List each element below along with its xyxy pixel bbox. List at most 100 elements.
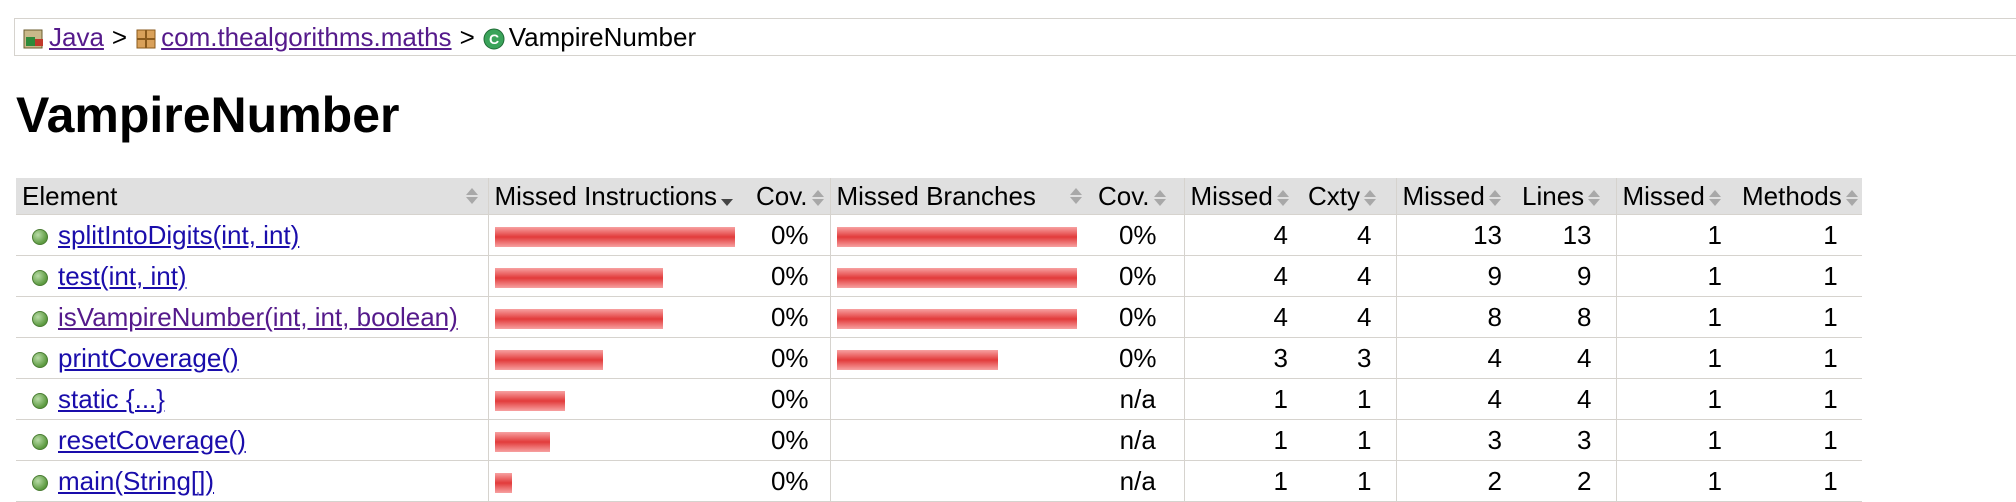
cxty-cell: 1 bbox=[1302, 460, 1396, 502]
method-link[interactable]: resetCoverage() bbox=[58, 425, 246, 455]
missed-methods-cell: 1 bbox=[1615, 337, 1736, 379]
breadcrumb-root-link[interactable]: Java bbox=[49, 22, 104, 53]
header-missed-methods[interactable]: Missed bbox=[1615, 178, 1736, 215]
missed-instructions-bar bbox=[494, 226, 735, 247]
methods-cell: 1 bbox=[1736, 296, 1862, 338]
table-row: main(String[]) 0% n/a 1 1 2 2 1 1 bbox=[16, 460, 1862, 502]
lines-cell: 13 bbox=[1516, 214, 1616, 256]
missed-methods-cell: 1 bbox=[1615, 214, 1736, 256]
missed-branches-bar bbox=[836, 349, 998, 370]
instructions-cov-cell: 0% bbox=[750, 419, 830, 461]
lines-cell: 9 bbox=[1516, 255, 1616, 297]
method-link[interactable]: static {...} bbox=[58, 384, 165, 414]
table-row: isVampireNumber(int, int, boolean) 0% 0% 4 4… bbox=[16, 296, 1862, 338]
header-instructions-cov[interactable]: Cov. bbox=[750, 178, 830, 215]
method-dot-icon bbox=[32, 351, 48, 368]
missed-instructions-bar bbox=[494, 267, 663, 288]
missed-instructions-cell bbox=[487, 214, 750, 256]
breadcrumb-separator: > bbox=[459, 21, 475, 52]
methods-cell: 1 bbox=[1736, 419, 1862, 461]
methods-cell: 1 bbox=[1736, 378, 1862, 420]
missed-instructions-cell bbox=[487, 337, 750, 379]
missed-lines-cell: 2 bbox=[1395, 460, 1516, 502]
branches-cov-cell: 0% bbox=[1092, 255, 1184, 297]
instructions-cov-cell: 0% bbox=[750, 337, 830, 379]
breadcrumb-current: VampireNumber bbox=[508, 21, 697, 52]
method-dot-icon bbox=[32, 392, 48, 409]
header-lines[interactable]: Lines bbox=[1516, 178, 1616, 215]
missed-cxty-cell: 1 bbox=[1183, 460, 1302, 502]
coverage-table: Element Missed Instructions Cov. Missed … bbox=[16, 178, 1862, 502]
table-row: splitIntoDigits(int, int) 0% 0% 4 4 13 13 1 1 bbox=[16, 214, 1862, 256]
element-cell: test(int, int) bbox=[16, 255, 488, 297]
method-link[interactable]: splitIntoDigits(int, int) bbox=[58, 220, 299, 250]
missed-instructions-cell bbox=[487, 378, 750, 420]
methods-cell: 1 bbox=[1736, 214, 1862, 256]
missed-instructions-bar bbox=[494, 431, 550, 452]
missed-methods-cell: 1 bbox=[1615, 378, 1736, 420]
method-link[interactable]: printCoverage() bbox=[58, 343, 239, 373]
missed-instructions-cell bbox=[487, 255, 750, 297]
breadcrumb-package-link[interactable]: com.thealgorithms.maths bbox=[161, 22, 451, 53]
methods-cell: 1 bbox=[1736, 337, 1862, 379]
header-element[interactable]: Element bbox=[16, 178, 488, 215]
method-link[interactable]: isVampireNumber(int, int, boolean) bbox=[58, 302, 458, 332]
sort-icon bbox=[465, 188, 478, 204]
sort-icon bbox=[1588, 189, 1601, 206]
missed-instructions-bar bbox=[494, 349, 603, 370]
jar-icon bbox=[23, 26, 45, 49]
branches-cov-cell: 0% bbox=[1092, 337, 1184, 379]
element-cell: main(String[]) bbox=[16, 460, 488, 502]
missed-lines-cell: 4 bbox=[1395, 378, 1516, 420]
methods-cell: 1 bbox=[1736, 255, 1862, 297]
table-row: printCoverage() 0% 0% 3 3 4 4 1 1 bbox=[16, 337, 1862, 379]
header-methods[interactable]: Methods bbox=[1736, 178, 1862, 215]
instructions-cov-cell: 0% bbox=[750, 460, 830, 502]
methods-cell: 1 bbox=[1736, 460, 1862, 502]
sort-icon bbox=[1364, 189, 1376, 206]
header-missed-cxty[interactable]: Missed bbox=[1183, 178, 1302, 215]
branches-cov-cell: n/a bbox=[1092, 378, 1184, 420]
missed-methods-cell: 1 bbox=[1615, 296, 1736, 338]
class-icon: C bbox=[483, 26, 505, 50]
instructions-cov-cell: 0% bbox=[750, 255, 830, 297]
missed-cxty-cell: 3 bbox=[1183, 337, 1302, 379]
missed-branches-bar bbox=[836, 226, 1077, 247]
missed-cxty-cell: 1 bbox=[1183, 378, 1302, 420]
breadcrumb-separator: > bbox=[111, 21, 128, 52]
method-dot-icon bbox=[32, 228, 48, 245]
branches-cov-cell: 0% bbox=[1092, 214, 1184, 256]
element-cell: isVampireNumber(int, int, boolean) bbox=[16, 296, 488, 338]
missed-branches-cell bbox=[829, 460, 1092, 502]
header-missed-instructions[interactable]: Missed Instructions bbox=[487, 178, 750, 215]
sort-icon bbox=[1708, 189, 1721, 206]
element-cell: resetCoverage() bbox=[16, 419, 488, 461]
header-cxty[interactable]: Cxty bbox=[1302, 178, 1396, 215]
lines-cell: 2 bbox=[1516, 460, 1616, 502]
cxty-cell: 1 bbox=[1302, 378, 1396, 420]
missed-branches-cell bbox=[829, 296, 1092, 338]
missed-branches-bar bbox=[836, 308, 1077, 329]
missed-branches-cell bbox=[829, 255, 1092, 297]
lines-cell: 4 bbox=[1516, 337, 1616, 379]
missed-instructions-bar bbox=[494, 390, 565, 411]
lines-cell: 8 bbox=[1516, 296, 1616, 338]
missed-instructions-cell bbox=[487, 460, 750, 502]
method-dot-icon bbox=[32, 269, 48, 286]
table-row: static {...} 0% n/a 1 1 4 4 1 1 bbox=[16, 378, 1862, 420]
missed-cxty-cell: 4 bbox=[1183, 255, 1302, 297]
missed-branches-cell bbox=[829, 337, 1092, 379]
missed-lines-cell: 3 bbox=[1395, 419, 1516, 461]
header-branches-cov[interactable]: Cov. bbox=[1092, 178, 1184, 215]
method-dot-icon bbox=[32, 474, 48, 491]
instructions-cov-cell: 0% bbox=[750, 296, 830, 338]
branches-cov-cell: n/a bbox=[1092, 460, 1184, 502]
missed-instructions-bar bbox=[494, 308, 663, 329]
header-missed-branches[interactable]: Missed Branches bbox=[829, 178, 1092, 215]
lines-cell: 4 bbox=[1516, 378, 1616, 420]
missed-methods-cell: 1 bbox=[1615, 460, 1736, 502]
method-link[interactable]: test(int, int) bbox=[58, 261, 187, 291]
method-link[interactable]: main(String[]) bbox=[58, 466, 214, 496]
header-missed-lines[interactable]: Missed bbox=[1395, 178, 1516, 215]
sort-icon bbox=[811, 189, 824, 206]
